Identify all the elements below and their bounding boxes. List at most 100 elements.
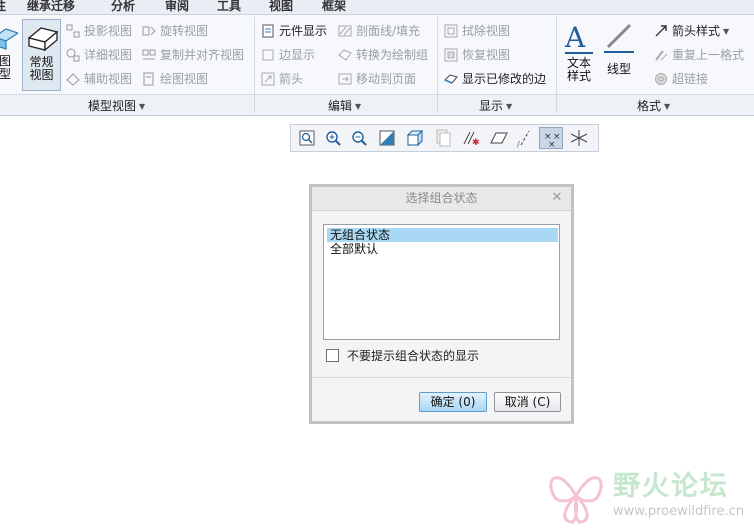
component-display-button[interactable]: 元件显示: [261, 21, 327, 41]
model-views-group-label[interactable]: 模型视图 ▼: [88, 97, 145, 114]
chevron-down-icon: ▼: [506, 102, 513, 111]
svg-text:✱: ✱: [472, 138, 480, 148]
item-label: 详细视图: [84, 48, 133, 62]
item-label: 绘图视图: [160, 72, 209, 86]
repaint-icon: [379, 130, 395, 146]
projected-view-icon: [66, 24, 80, 38]
item-label: 边显示: [279, 48, 316, 62]
csys-display-button[interactable]: [567, 127, 591, 149]
resume-view-icon: [444, 48, 458, 62]
zoom-in-button[interactable]: [321, 127, 345, 149]
datum-display-icon: ✱: [463, 131, 480, 148]
move-to-sheet-icon: [338, 73, 352, 85]
show-modified-edges-button[interactable]: 显示已修改的边: [444, 69, 546, 89]
combined-state-list[interactable]: 无组合状态 全部默认: [323, 224, 560, 340]
list-item[interactable]: 全部默认: [327, 242, 558, 256]
tab-tools[interactable]: 工具: [217, 0, 241, 15]
item-label: 重复上一格式: [672, 48, 745, 62]
revolved-view-icon: [142, 26, 156, 36]
dont-prompt-label: 不要提示组合状态的显示: [347, 349, 480, 363]
display-style-icon: [406, 129, 424, 147]
svg-text:A: A: [564, 21, 586, 54]
tab-analysis[interactable]: 分析: [111, 0, 135, 15]
line-style-icon: [604, 23, 634, 53]
group-separator: [254, 17, 255, 113]
tab-framework[interactable]: 框架: [322, 0, 346, 15]
group-label-text: 格式: [637, 99, 662, 113]
plane-display-button[interactable]: [487, 127, 511, 149]
tab-legacy-migration[interactable]: 继承迁移: [27, 0, 75, 15]
revolved-view-button[interactable]: 旋转视图: [142, 21, 208, 41]
drawing-view-button[interactable]: 绘图视图: [142, 69, 208, 89]
list-item[interactable]: 无组合状态: [327, 228, 558, 242]
detailed-view-icon: [66, 48, 80, 62]
repeat-format-button[interactable]: 重复上一格式: [654, 45, 744, 65]
point-display-button[interactable]: × × ×: [539, 127, 563, 150]
item-label: 箭头样式: [672, 24, 721, 38]
detailed-view-button[interactable]: 详细视图: [66, 45, 132, 65]
zoom-out-button[interactable]: [347, 127, 371, 149]
partial-view-button[interactable]: 图 型: [0, 19, 18, 91]
group-label-text: 编辑: [328, 99, 353, 113]
group-separator: [556, 17, 557, 113]
tab-view[interactable]: 视图: [269, 0, 293, 15]
big-button-label: 样式: [566, 69, 591, 83]
item-label: 转换为绘制组: [356, 48, 429, 62]
repaint-button[interactable]: [375, 127, 399, 149]
auxiliary-view-button[interactable]: 辅助视图: [66, 69, 132, 89]
plane-display-icon: [490, 132, 508, 144]
edge-display-button[interactable]: 边显示: [261, 45, 315, 65]
convert-draft-group-button[interactable]: 转换为绘制组: [338, 45, 428, 65]
edit-group-label[interactable]: 编辑 ▼: [328, 97, 361, 114]
saved-views-button[interactable]: [431, 127, 455, 149]
hyperlink-icon: [655, 73, 667, 85]
arrow-style-icon: [655, 25, 667, 37]
butterfly-logo-icon: [549, 476, 603, 524]
zoom-in-icon: [326, 131, 341, 146]
erase-view-button[interactable]: 拭除视图: [444, 21, 510, 41]
ok-button[interactable]: 确定 (0): [419, 392, 487, 412]
arrow-style-button[interactable]: 箭头样式 ▼: [654, 21, 729, 41]
dialog-divider: [312, 377, 571, 378]
item-label: 剖面线/填充: [356, 24, 421, 38]
tab-annotate[interactable]: 注: [0, 0, 6, 15]
watermark-title: 野火论坛: [613, 471, 729, 502]
dont-prompt-checkbox[interactable]: [326, 349, 339, 362]
item-label: 辅助视图: [84, 72, 133, 86]
general-view-icon: [27, 27, 58, 52]
resume-view-button[interactable]: 恢复视图: [444, 45, 510, 65]
item-label: 复制并对齐视图: [160, 48, 245, 62]
display-style-button[interactable]: [403, 127, 427, 149]
big-button-label: 视图: [29, 68, 54, 82]
forum-watermark: 野火论坛 www.proewildfire.cn: [543, 462, 754, 529]
partial-3d-view-icon: [0, 28, 18, 50]
item-label: 箭头: [279, 72, 304, 86]
group-separator: [437, 17, 438, 113]
close-icon[interactable]: ✕: [549, 190, 565, 206]
line-style-button[interactable]: 线型: [600, 19, 638, 91]
watermark-url: www.proewildfire.cn: [613, 504, 744, 519]
svg-text:/: /: [517, 140, 520, 149]
datum-display-button[interactable]: ✱: [459, 127, 483, 149]
move-to-sheet-button[interactable]: 移动到页面: [338, 69, 416, 89]
chevron-down-icon: ▼: [355, 102, 362, 111]
refit-button[interactable]: [295, 127, 319, 149]
drawing-view-icon: [143, 72, 154, 86]
refit-icon: [299, 130, 315, 146]
text-style-icon: A: [564, 21, 593, 54]
auxiliary-view-icon: [66, 73, 80, 86]
tab-review[interactable]: 审阅: [165, 0, 189, 15]
cancel-button[interactable]: 取消 (C): [494, 392, 561, 412]
general-view-button[interactable]: 常规 视图: [22, 19, 61, 91]
axis-display-button[interactable]: /: [513, 127, 537, 149]
dialog-title: 选择组合状态: [312, 187, 571, 211]
projected-view-button[interactable]: 投影视图: [66, 21, 132, 41]
chevron-down-icon: ▼: [723, 27, 730, 36]
arrow-button[interactable]: 箭头: [261, 69, 303, 89]
display-group-label[interactable]: 显示 ▼: [479, 97, 512, 114]
format-group-label[interactable]: 格式 ▼: [637, 97, 670, 114]
hatch-fill-button[interactable]: 剖面线/填充: [338, 21, 420, 41]
hyperlink-button[interactable]: 超链接: [654, 69, 708, 89]
copy-align-view-button[interactable]: 复制并对齐视图: [142, 45, 244, 65]
text-style-button[interactable]: A 文本 样式: [562, 19, 596, 91]
